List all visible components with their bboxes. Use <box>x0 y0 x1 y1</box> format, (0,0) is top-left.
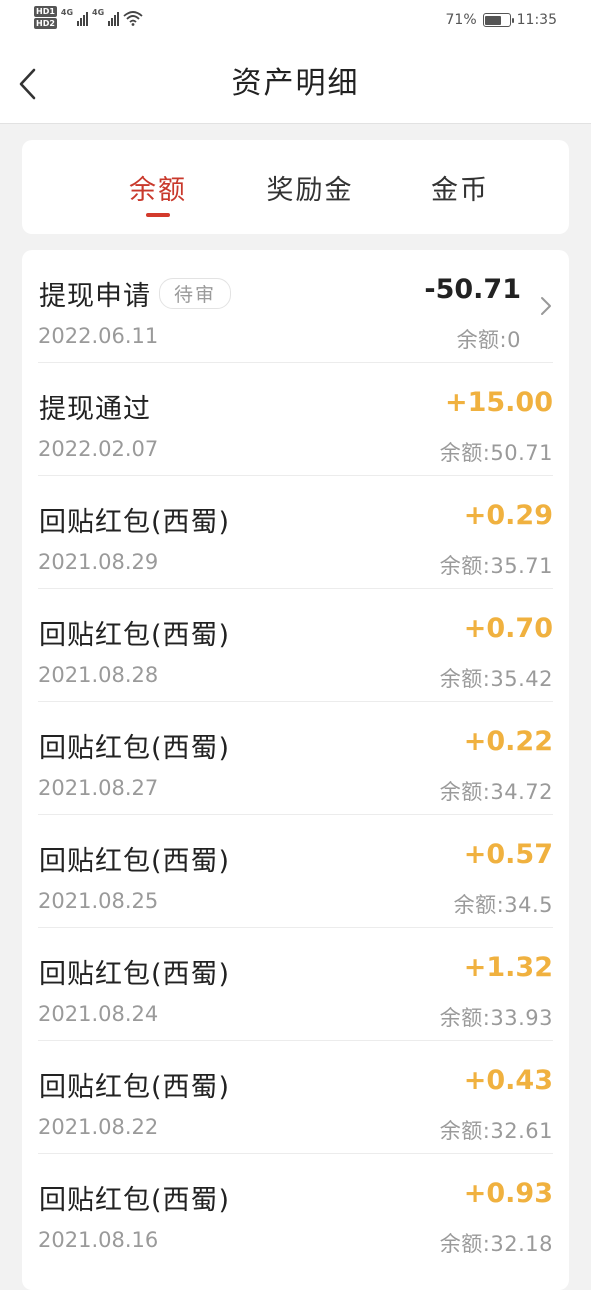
item-date: 2021.08.27 <box>38 776 159 800</box>
network-type-1: 4G <box>60 8 74 17</box>
battery-icon <box>482 13 514 27</box>
item-date: 2022.06.11 <box>38 324 159 348</box>
item-balance: 余额:35.42 <box>439 667 553 691</box>
item-title: 回贴红包(西蜀) <box>39 1185 231 1216</box>
item-balance: 余额:34.72 <box>439 780 553 804</box>
item-amount: -50.71 <box>424 274 521 305</box>
item-amount: +0.70 <box>463 613 553 644</box>
item-balance: 余额:35.71 <box>439 554 553 578</box>
status-badge: 待审 <box>159 278 232 309</box>
item-title-text: 提现申请 <box>39 281 151 312</box>
item-date: 2021.08.29 <box>38 550 159 574</box>
list-item[interactable]: 提现通过 2022.02.07 +15.00 余额:50.71 <box>22 363 569 476</box>
signal-strength-2-icon <box>108 10 120 26</box>
page-title: 资产明细 <box>231 66 360 101</box>
tab-balance[interactable]: 余额 <box>124 168 192 207</box>
list-item[interactable]: 回贴红包(西蜀) 2021.08.22 +0.43 余额:32.61 <box>22 1041 569 1154</box>
battery-percent: 71% <box>445 12 477 28</box>
item-date: 2021.08.16 <box>38 1228 159 1252</box>
list-item[interactable]: 回贴红包(西蜀) 2021.08.29 +0.29 余额:35.71 <box>22 476 569 589</box>
hd-indicators: HD1 HD2 <box>34 6 57 29</box>
signal-strength-1-icon <box>77 10 89 26</box>
status-right: 71% 11:35 <box>446 12 557 28</box>
network-type-2: 4G <box>92 8 105 17</box>
list-item[interactable]: 回贴红包(西蜀) 2021.08.27 +0.22 余额:34.72 <box>22 702 569 815</box>
item-balance: 余额:32.61 <box>439 1119 553 1143</box>
item-balance: 余额:50.71 <box>439 441 553 465</box>
item-balance: 余额:0 <box>456 328 521 352</box>
battery-level <box>485 15 502 25</box>
status-left: HD1 HD2 4G 4G <box>34 6 143 29</box>
tab-coins[interactable]: 金币 <box>428 168 492 207</box>
item-date: 2021.08.24 <box>38 1002 159 1026</box>
item-amount: +0.22 <box>463 726 553 757</box>
transaction-list: 提现申请 待审 2022.06.11 -50.71 余额:0 提现通过 2022.… <box>22 250 569 1290</box>
item-title: 回贴红包(西蜀) <box>39 1072 231 1103</box>
item-amount: +0.43 <box>463 1065 553 1096</box>
item-title: 提现通过 <box>39 394 151 425</box>
list-item[interactable]: 提现申请 待审 2022.06.11 -50.71 余额:0 <box>22 250 569 363</box>
chevron-right-icon <box>541 297 551 315</box>
item-title: 回贴红包(西蜀) <box>39 959 231 990</box>
item-amount: +1.32 <box>463 952 553 983</box>
chevron-left-icon <box>19 68 36 100</box>
item-date: 2021.08.28 <box>38 663 159 687</box>
list-item[interactable]: 回贴红包(西蜀) 2021.08.24 +1.32 余额:33.93 <box>22 928 569 1041</box>
item-title: 回贴红包(西蜀) <box>39 733 231 764</box>
tabs-bar: 余额 奖励金 金币 <box>22 140 569 234</box>
item-title: 回贴红包(西蜀) <box>39 620 231 651</box>
item-date: 2022.02.07 <box>38 437 159 461</box>
item-date: 2021.08.25 <box>38 889 159 913</box>
item-amount: +0.57 <box>463 839 553 870</box>
item-balance: 余额:32.18 <box>439 1232 553 1256</box>
hd2-badge: HD2 <box>34 18 57 29</box>
list-item[interactable]: 回贴红包(西蜀) 2021.08.28 +0.70 余额:35.42 <box>22 589 569 702</box>
item-date: 2021.08.22 <box>38 1115 159 1139</box>
active-tab-indicator <box>146 213 170 217</box>
wifi-icon <box>123 11 143 26</box>
item-balance: 余额:33.93 <box>439 1006 553 1030</box>
list-item[interactable]: 回贴红包(西蜀) 2021.08.16 +0.93 余额:32.18 <box>22 1154 569 1267</box>
item-title: 回贴红包(西蜀) <box>39 846 231 877</box>
tab-reward[interactable]: 奖励金 <box>262 168 358 207</box>
item-amount: +0.29 <box>463 500 553 531</box>
back-button[interactable] <box>14 66 46 102</box>
item-amount: +15.00 <box>444 387 553 418</box>
list-item[interactable]: 回贴红包(西蜀) 2021.08.25 +0.57 余额:34.5 <box>22 815 569 928</box>
item-amount: +0.93 <box>463 1178 553 1209</box>
status-bar: HD1 HD2 4G 4G 71% 11:35 <box>0 0 591 44</box>
clock: 11:35 <box>516 12 557 28</box>
item-balance: 余额:34.5 <box>453 893 553 917</box>
item-title: 提现申请 待审 <box>39 274 232 313</box>
hd1-badge: HD1 <box>34 6 57 17</box>
app-header: 资产明细 <box>0 44 591 124</box>
item-title: 回贴红包(西蜀) <box>39 507 231 538</box>
